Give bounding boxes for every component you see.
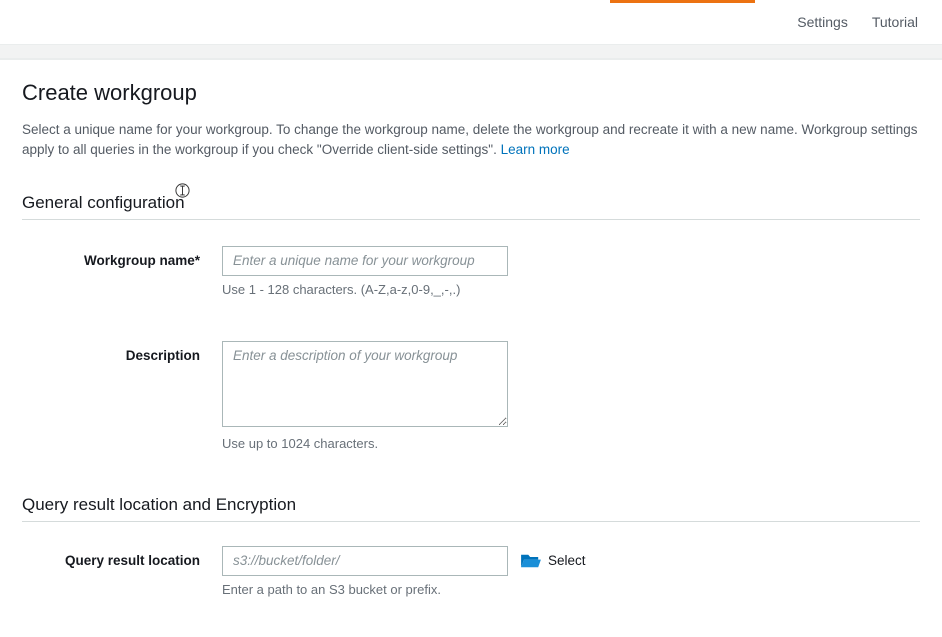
query-result-location-label: Query result location [22, 546, 222, 568]
separator-band [0, 44, 942, 59]
learn-more-link[interactable]: Learn more [501, 142, 570, 157]
select-button-label: Select [548, 553, 586, 568]
description-input[interactable] [222, 341, 508, 427]
active-tab-indicator [610, 0, 755, 3]
query-result-location-row: Query result location Select Ent [22, 546, 920, 597]
tutorial-link[interactable]: Tutorial [872, 14, 918, 30]
page-title: Create workgroup [22, 80, 920, 106]
top-nav-bar: Settings Tutorial [0, 0, 942, 44]
workgroup-name-hint: Use 1 - 128 characters. (A-Z,a-z,0-9,_,-… [222, 282, 920, 297]
section-general-header: General configuration [22, 193, 920, 220]
workgroup-name-label: Workgroup name* [22, 246, 222, 268]
intro-text: Select a unique name for your workgroup.… [22, 120, 920, 161]
workgroup-name-input[interactable] [222, 246, 508, 276]
section-qrl-header: Query result location and Encryption [22, 495, 920, 522]
folder-open-icon [520, 552, 542, 570]
workgroup-name-row: Workgroup name* Use 1 - 128 characters. … [22, 246, 920, 297]
section-general-title: General configuration [22, 193, 185, 212]
main-content: Create workgroup Select a unique name fo… [0, 60, 942, 637]
description-label: Description [22, 341, 222, 363]
description-row: Description Use up to 1024 characters. [22, 341, 920, 451]
description-hint: Use up to 1024 characters. [222, 436, 920, 451]
intro-body: Select a unique name for your workgroup.… [22, 122, 918, 157]
select-s3-button[interactable]: Select [520, 552, 586, 570]
query-result-location-input[interactable] [222, 546, 508, 576]
settings-link[interactable]: Settings [797, 14, 848, 30]
query-result-location-hint: Enter a path to an S3 bucket or prefix. [222, 582, 586, 597]
